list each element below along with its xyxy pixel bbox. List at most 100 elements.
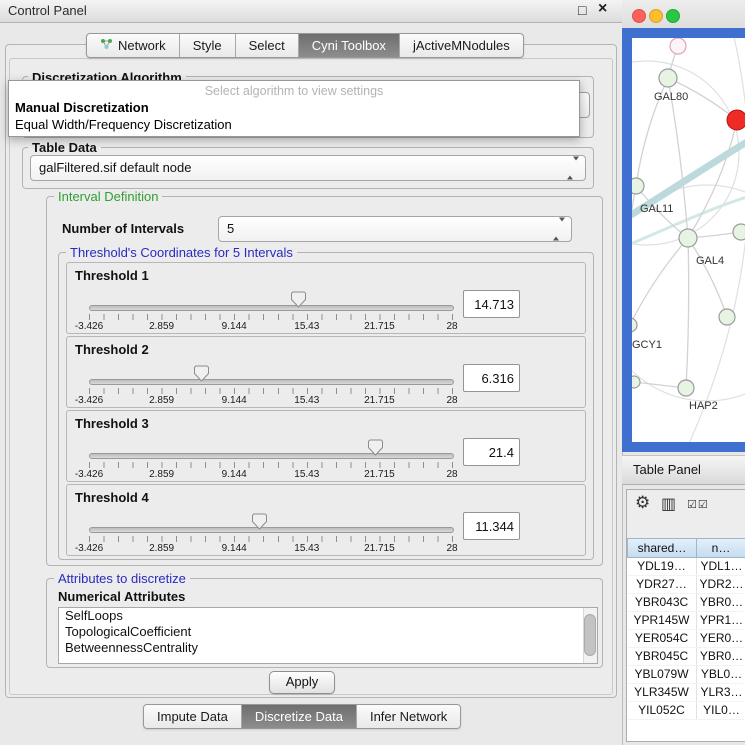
zoom-traffic-light[interactable] xyxy=(667,10,680,23)
threshold-1-label: Threshold 1 xyxy=(75,268,149,283)
table-row[interactable]: YBL079W YBL0… xyxy=(627,666,745,684)
row-checkboxes-icon[interactable]: ☑☑ xyxy=(687,498,709,511)
table-cell-name[interactable]: YER0… xyxy=(697,630,745,647)
column-header-name[interactable]: n… xyxy=(697,538,745,558)
number-of-intervals-value: 5 xyxy=(227,217,234,241)
network-node[interactable] xyxy=(719,309,735,325)
network-node-gal11[interactable] xyxy=(632,178,644,194)
table-cell-name[interactable]: YLR3… xyxy=(697,684,745,701)
threshold-4-slider-scale: -3.4262.8599.14415.4321.71528 xyxy=(89,543,452,554)
threshold-2-slider-thumb[interactable] xyxy=(194,365,209,387)
network-node-gal80[interactable] xyxy=(659,69,677,87)
axis-tick-label: 21.715 xyxy=(364,469,395,480)
network-node[interactable] xyxy=(632,376,640,388)
number-of-intervals-combobox[interactable]: 5 xyxy=(218,216,572,242)
tab-cyni-toolbox[interactable]: Cyni Toolbox xyxy=(299,34,400,57)
threshold-3-slider-thumb[interactable] xyxy=(368,439,383,461)
threshold-3-value-field[interactable]: 21.4 xyxy=(463,438,520,466)
threshold-4-label: Threshold 4 xyxy=(75,490,149,505)
threshold-1-slider-thumb[interactable] xyxy=(291,291,306,313)
threshold-4-slider-ticks xyxy=(89,536,453,542)
table-cell-shared-name[interactable]: YER054C xyxy=(627,630,697,647)
tab-select[interactable]: Select xyxy=(236,34,299,57)
columns-icon[interactable]: ▥ xyxy=(661,494,676,514)
network-node[interactable] xyxy=(670,38,686,54)
table-row[interactable]: YDL19… YDL1… xyxy=(627,558,745,576)
numerical-attributes-list[interactable]: SelfLoopsTopologicalCoefficientBetweenne… xyxy=(58,607,598,664)
attribute-list-item[interactable]: TopologicalCoefficient xyxy=(59,624,597,640)
threshold-4-slider-thumb[interactable] xyxy=(252,513,267,535)
table-cell-shared-name[interactable]: YDL19… xyxy=(627,558,697,575)
close-traffic-light[interactable] xyxy=(633,10,646,23)
table-cell-shared-name[interactable]: YIL052C xyxy=(627,702,697,719)
table-data-combobox[interactable]: galFiltered.sif default node xyxy=(30,155,586,181)
table-row[interactable]: YIL052C YIL0… xyxy=(627,702,745,720)
table-data-selected-value: galFiltered.sif default node xyxy=(39,156,191,180)
tab-impute-data[interactable]: Impute Data xyxy=(144,705,242,728)
apply-button[interactable]: Apply xyxy=(269,671,335,694)
tab-infer-network[interactable]: Infer Network xyxy=(357,705,460,728)
threshold-4-value-field[interactable]: 11.344 xyxy=(463,512,520,540)
attribute-list-item[interactable]: SelfLoops xyxy=(59,608,597,624)
table-cell-shared-name[interactable]: YBL079W xyxy=(627,666,697,683)
table-row[interactable]: YBR045C YBR0… xyxy=(627,648,745,666)
table-cell-shared-name[interactable]: YPR145W xyxy=(627,612,697,629)
float-window-icon[interactable]: □ xyxy=(578,2,586,18)
table-cell-shared-name[interactable]: YDR27… xyxy=(627,576,697,593)
control-panel-titlebar[interactable]: Control Panel □ × xyxy=(0,0,622,23)
table-data-group-title: Table Data xyxy=(28,140,101,155)
threshold-1-slider-ticks xyxy=(89,314,453,320)
network-node-hap2[interactable] xyxy=(678,380,694,396)
table-cell-name[interactable]: YBR0… xyxy=(697,648,745,665)
tab-style[interactable]: Style xyxy=(180,34,236,57)
axis-tick-label: -3.426 xyxy=(75,395,103,406)
tab-network[interactable]: Network xyxy=(87,34,180,57)
table-cell-name[interactable]: YDR2… xyxy=(697,576,745,593)
threshold-3-slider-ticks xyxy=(89,462,453,468)
threshold-2-label: Threshold 2 xyxy=(75,342,149,357)
axis-tick-label: 15.43 xyxy=(294,395,319,406)
table-cell-shared-name[interactable]: YLR345W xyxy=(627,684,697,701)
close-icon[interactable]: × xyxy=(598,0,607,18)
axis-tick-label: 2.859 xyxy=(149,543,174,554)
network-edge xyxy=(632,186,636,325)
network-node[interactable] xyxy=(733,224,745,240)
axis-tick-label: 21.715 xyxy=(364,321,395,332)
node-label-gal80: GAL80 xyxy=(654,91,688,103)
threshold-2-value-field[interactable]: 6.316 xyxy=(463,364,520,392)
table-row[interactable]: YBR043C YBR0… xyxy=(627,594,745,612)
tab-label: Impute Data xyxy=(157,709,228,724)
dropdown-option-equal-width[interactable]: Equal Width/Frequency Discretization xyxy=(15,117,232,132)
network-window-titlebar[interactable] xyxy=(622,0,745,28)
table-cell-shared-name[interactable]: YBR045C xyxy=(627,648,697,665)
column-header-shared-name[interactable]: shared… xyxy=(627,538,697,558)
table-cell-name[interactable]: YPR1… xyxy=(697,612,745,629)
network-edge xyxy=(686,238,689,388)
threshold-1-value-field[interactable]: 14.713 xyxy=(463,290,520,318)
table-row[interactable]: YDR27… YDR2… xyxy=(627,576,745,594)
table-row[interactable]: YER054C YER0… xyxy=(627,630,745,648)
network-node-gcy1[interactable] xyxy=(632,318,637,332)
threshold-2-slider-scale: -3.4262.8599.14415.4321.71528 xyxy=(89,395,452,406)
list-scrollbar[interactable] xyxy=(583,608,597,663)
table-cell-name[interactable]: YBR0… xyxy=(697,594,745,611)
tab-jactivemnodules[interactable]: jActiveMNodules xyxy=(400,34,523,57)
network-canvas[interactable]: GAL80 GAL11 GAL4 GCY1 HAP2 xyxy=(632,38,745,442)
network-node-selected-red[interactable] xyxy=(727,110,745,130)
tab-discretize-data[interactable]: Discretize Data xyxy=(242,705,357,728)
network-node-gal4[interactable] xyxy=(679,229,697,247)
table-cell-name[interactable]: YBL0… xyxy=(697,666,745,683)
minimize-traffic-light[interactable] xyxy=(650,10,663,23)
dropdown-option-manual-discretization[interactable]: Manual Discretization xyxy=(15,100,149,115)
axis-tick-label: 9.144 xyxy=(222,321,247,332)
table-row[interactable]: YLR345W YLR3… xyxy=(627,684,745,702)
table-cell-shared-name[interactable]: YBR043C xyxy=(627,594,697,611)
list-scrollbar-thumb[interactable] xyxy=(584,614,596,656)
threshold-4-panel: Threshold 4 -3.4262.8599.14415.4321.7152… xyxy=(66,484,586,556)
gear-icon[interactable]: ⚙ xyxy=(635,493,650,513)
table-row[interactable]: YPR145W YPR1… xyxy=(627,612,745,630)
attribute-list-item[interactable]: BetweennessCentrality xyxy=(59,640,597,656)
table-panel-header[interactable]: Table Panel xyxy=(622,455,745,485)
table-cell-name[interactable]: YDL1… xyxy=(697,558,745,575)
table-cell-name[interactable]: YIL0… xyxy=(697,702,745,719)
